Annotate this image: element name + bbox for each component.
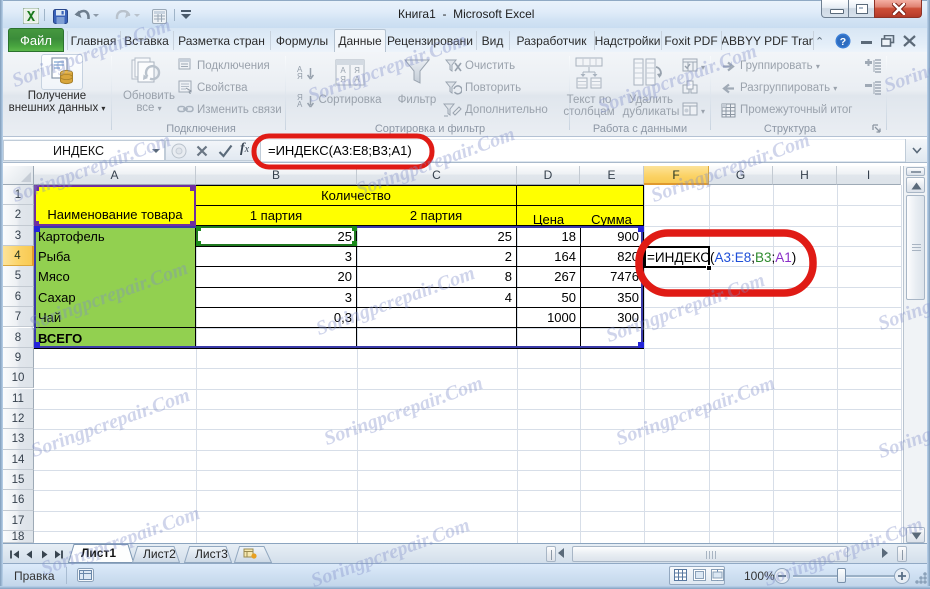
svg-text:?: ? <box>840 36 846 48</box>
svg-text:Я: Я <box>354 66 360 75</box>
svg-text:А: А <box>354 75 360 84</box>
svg-text:Я: Я <box>340 75 346 84</box>
svg-text:А: А <box>340 66 346 75</box>
